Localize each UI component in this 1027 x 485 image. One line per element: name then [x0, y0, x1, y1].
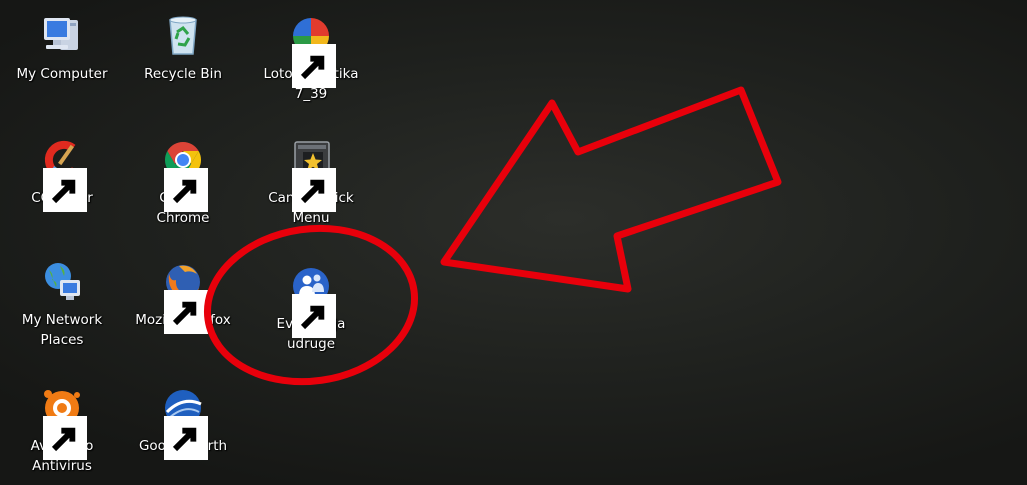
shortcut-arrow-icon	[164, 168, 208, 212]
shortcut-arrow-icon	[292, 168, 336, 212]
desktop[interactable]: My Computer Recycle Bin Loto statistika …	[0, 0, 1027, 485]
loto-statistika-icon	[289, 14, 336, 88]
shortcut-arrow-icon	[292, 44, 336, 88]
annotation-arrow	[440, 86, 782, 293]
shortcut-arrow-icon	[164, 416, 208, 460]
google-earth-icon	[161, 386, 208, 460]
desktop-icon-evidencija-udruge[interactable]: Evidencija udruge	[252, 264, 370, 354]
evidencija-udruge-icon	[289, 264, 336, 338]
avast-icon	[40, 386, 87, 460]
ccleaner-icon	[40, 138, 87, 212]
desktop-icon-label: My Computer	[16, 66, 108, 82]
firefox-icon	[161, 260, 208, 334]
shortcut-arrow-icon	[43, 416, 87, 460]
desktop-icon-label: My Network Places	[21, 312, 103, 348]
desktop-icon-my-network-places[interactable]: My Network Places	[3, 260, 121, 350]
desktop-icon-google-earth[interactable]: Google Earth	[124, 386, 242, 460]
network-places-icon	[40, 260, 84, 304]
desktop-icon-my-computer[interactable]: My Computer	[3, 14, 121, 84]
desktop-icon-ccleaner[interactable]: CCleaner	[3, 138, 121, 212]
desktop-icon-mozilla-firefox[interactable]: Mozilla Firefox	[124, 260, 242, 334]
desktop-icon-recycle-bin[interactable]: Recycle Bin	[124, 14, 242, 84]
chrome-icon	[161, 138, 208, 212]
shortcut-arrow-icon	[292, 294, 336, 338]
canon-quick-menu-icon	[289, 138, 336, 212]
desktop-icon-label: Recycle Bin	[144, 66, 222, 82]
recycle-bin-icon	[161, 14, 205, 58]
my-computer-icon	[40, 14, 84, 58]
shortcut-arrow-icon	[164, 290, 208, 334]
desktop-icon-google-chrome[interactable]: Google Chrome	[124, 138, 242, 228]
shortcut-arrow-icon	[43, 168, 87, 212]
desktop-icon-avast-pro-antivirus[interactable]: Avast Pro Antivirus	[3, 386, 121, 476]
desktop-icon-loto-statistika[interactable]: Loto statistika 7_39	[252, 14, 370, 104]
desktop-icon-canon-quick-menu[interactable]: Canon Quick Menu	[252, 138, 370, 228]
